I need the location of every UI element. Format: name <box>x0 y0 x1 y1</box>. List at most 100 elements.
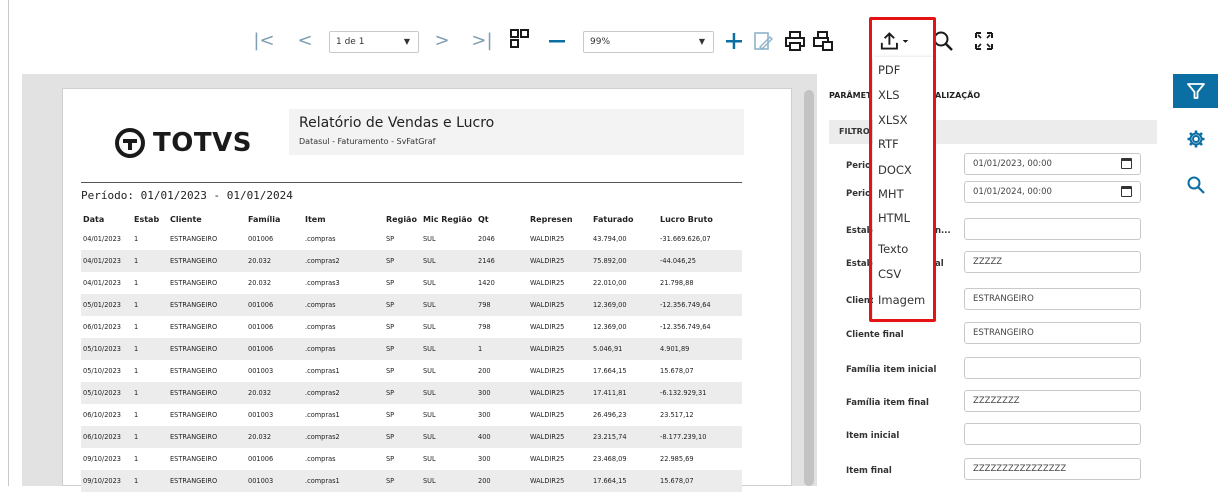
next-page-icon[interactable]: > <box>430 30 454 54</box>
column-header: Item <box>303 210 384 228</box>
search-icon[interactable] <box>1173 168 1218 202</box>
table-cell: 22.985,69 <box>658 448 742 470</box>
report-title: Relatório de Vendas e Lucro <box>299 115 495 131</box>
table-cell: ESTRANGEIRO <box>168 294 246 316</box>
table-cell: 001006 <box>246 338 303 360</box>
export-menu-item[interactable]: Texto <box>878 242 908 256</box>
zoom-select[interactable]: 99% ▼ <box>583 31 714 53</box>
table-cell: 43.794,00 <box>591 228 658 250</box>
table-cell: -8.177.239,10 <box>658 426 742 448</box>
chevron-down-icon: ▼ <box>403 37 410 46</box>
table-cell: -44.046,25 <box>658 250 742 272</box>
table-cell: 06/10/2023 <box>81 426 132 448</box>
print-icon[interactable] <box>783 30 807 54</box>
table-row: 06/10/2023 1 ESTRANGEIRO 20.032 .compras2 SP S… <box>81 426 742 448</box>
zoom-in-icon[interactable] <box>722 30 746 54</box>
table-row: 09/10/2023 1 ESTRANGEIRO 001006 .compras SP SU… <box>81 448 742 470</box>
filter-input[interactable]: ZZZZZ <box>964 251 1141 273</box>
thumbnails-icon[interactable] <box>508 28 532 52</box>
table-cell: WALDIR25 <box>528 228 591 250</box>
table-cell: ESTRANGEIRO <box>168 404 246 426</box>
filter-input-value: ESTRANGEIRO <box>973 294 1034 304</box>
previous-page-icon[interactable]: < <box>293 30 317 54</box>
table-cell: .compras2 <box>303 426 384 448</box>
filter-label: Perio <box>846 161 871 171</box>
export-menu-item[interactable]: PDF <box>878 63 900 77</box>
page-select[interactable]: 1 de 1 ▼ <box>329 31 419 53</box>
table-cell: 06/10/2023 <box>81 404 132 426</box>
calendar-icon[interactable] <box>1121 158 1132 169</box>
table-cell: SP <box>384 228 421 250</box>
table-cell: 1 <box>132 338 168 360</box>
export-menu-item[interactable]: XLS <box>878 88 900 102</box>
table-cell: 04/01/2023 <box>81 228 132 250</box>
table-cell: .compras <box>303 316 384 338</box>
totvs-logo-icon <box>115 128 145 158</box>
filter-input[interactable] <box>964 218 1141 240</box>
filter-input[interactable]: ZZZZZZZZZZZZZZZZ <box>964 458 1141 480</box>
filter-label: Cliente final <box>846 330 904 340</box>
report-toolbar: |< < 1 de 1 ▼ > >| 99% ▼ <box>0 0 1218 70</box>
table-cell: -12.356.749,64 <box>658 316 742 338</box>
left-border <box>8 0 9 486</box>
chevron-down-icon: ▼ <box>698 37 705 46</box>
table-cell: 300 <box>476 448 528 470</box>
table-cell: 001006 <box>246 228 303 250</box>
export-menu-item[interactable]: RTF <box>878 137 899 151</box>
filter-input[interactable]: 01/01/2024, 00:00 <box>964 181 1141 203</box>
filter-input-value: ESTRANGEIRO <box>973 328 1034 338</box>
table-row: 05/01/2023 1 ESTRANGEIRO 001006 .compras SP SU… <box>81 294 742 316</box>
table-cell: 26.496,23 <box>591 404 658 426</box>
export-menu-item[interactable]: XLSX <box>878 113 907 127</box>
export-menu-item[interactable]: HTML <box>878 211 910 225</box>
export-menu-item[interactable]: DOCX <box>878 163 912 177</box>
table-cell: SUL <box>421 316 476 338</box>
last-page-icon[interactable]: >| <box>470 30 494 54</box>
print-preview-icon[interactable] <box>811 30 835 54</box>
table-cell: 200 <box>476 470 528 492</box>
table-cell: 09/10/2023 <box>81 470 132 492</box>
table-cell: 15.678,07 <box>658 470 742 492</box>
tab-visualization[interactable]: ALIZAÇÃO <box>935 91 980 100</box>
table-cell: 23.517,12 <box>658 404 742 426</box>
table-cell: ESTRANGEIRO <box>168 338 246 360</box>
table-cell: 1 <box>132 404 168 426</box>
table-cell: .compras3 <box>303 272 384 294</box>
table-cell: ESTRANGEIRO <box>168 228 246 250</box>
table-cell: 001003 <box>246 470 303 492</box>
filter-label: Família item inicial <box>846 365 937 375</box>
filter-input[interactable] <box>964 357 1141 379</box>
calendar-icon[interactable] <box>1121 186 1132 197</box>
first-page-icon[interactable]: |< <box>252 30 276 54</box>
filter-icon[interactable] <box>1173 74 1218 108</box>
table-cell: 1420 <box>476 272 528 294</box>
table-cell: WALDIR25 <box>528 338 591 360</box>
export-icon[interactable] <box>878 30 914 54</box>
zoom-out-icon[interactable] <box>545 30 569 54</box>
filter-input[interactable]: ESTRANGEIRO <box>964 288 1141 310</box>
export-menu-item[interactable]: MHT <box>878 187 904 201</box>
column-header: Estab <box>132 210 168 228</box>
scrollbar-thumb[interactable] <box>804 90 814 486</box>
edit-report-icon[interactable] <box>751 30 775 54</box>
filter-input[interactable]: ZZZZZZZZ <box>964 390 1141 412</box>
zoom-select-value: 99% <box>590 37 611 47</box>
vertical-scrollbar[interactable] <box>803 88 815 486</box>
table-cell: 1 <box>132 426 168 448</box>
export-menu-item[interactable]: CSV <box>878 267 901 281</box>
fullscreen-icon[interactable] <box>972 30 996 54</box>
filter-input[interactable]: ESTRANGEIRO <box>964 322 1141 344</box>
report-viewer[interactable]: TOTVS Relatório de Vendas e Lucro Datasu… <box>22 74 817 492</box>
filter-label-suffix: al <box>935 259 944 269</box>
column-header: Data <box>81 210 132 228</box>
filter-input[interactable]: 01/01/2023, 00:00 <box>964 153 1141 175</box>
table-cell: WALDIR25 <box>528 470 591 492</box>
search-icon[interactable] <box>931 30 955 54</box>
table-row: 05/10/2023 1 ESTRANGEIRO 001006 .compras SP SU… <box>81 338 742 360</box>
export-menu-item[interactable]: Imagem <box>878 293 925 307</box>
table-cell: 05/10/2023 <box>81 382 132 404</box>
table-cell: ESTRANGEIRO <box>168 426 246 448</box>
settings-icon[interactable] <box>1173 122 1218 156</box>
tab-parameters[interactable]: PARÂMET <box>829 91 872 100</box>
filter-input[interactable] <box>964 423 1141 445</box>
